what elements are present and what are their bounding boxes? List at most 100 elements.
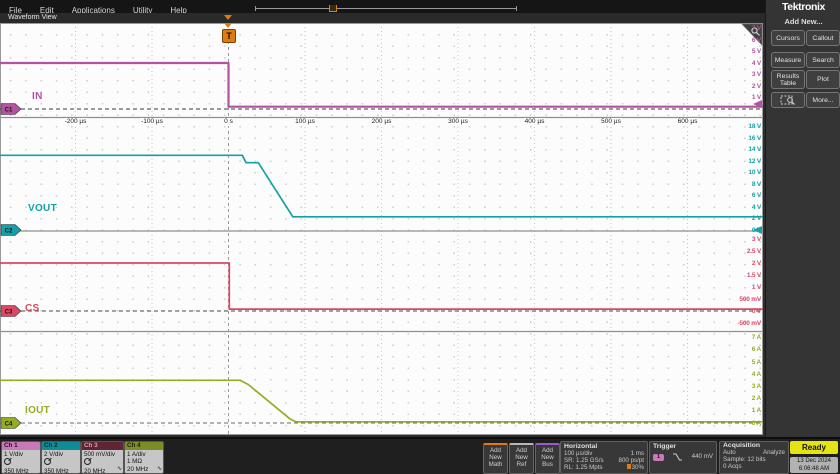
draw-a-box-button[interactable] (771, 92, 805, 108)
probe-row (4, 458, 40, 467)
horizontal-panel[interactable]: Horizontal 100 µs/div 1 ms SR: 1.25 GS/s… (560, 441, 648, 474)
horizontal-record-length: RL: 1.25 Mpts (564, 464, 603, 472)
side-panel: Tektronix Add New... Cursors Callout Mea… (765, 0, 840, 437)
c4-axis-label: 1 A (751, 407, 761, 415)
c2-reference-label: C2 (5, 228, 13, 234)
trace-cs[interactable] (0, 262, 763, 310)
channel-badge-body: 2 V/div 350 MHz (42, 450, 80, 473)
horizontal-resolution: 800 ps/pt (618, 457, 644, 465)
expansion-point-icon (626, 464, 631, 470)
settings-bar: Ch 11 V/div 350 MHz Ch 22 V/div 350 MHz Ch 3… (0, 437, 840, 474)
c2-axis-label: 6 V (751, 192, 761, 199)
channel-badge-ch4[interactable]: Ch 41 A/div 1 MΩ 20 MHz ∿ (124, 441, 164, 474)
c1-axis-label: 3 V (751, 71, 761, 78)
horizontal-position-indicator[interactable] (255, 5, 517, 12)
time-tick-label: 200 µs (370, 118, 393, 125)
horizontal-sample-rate: SR: 1.25 GS/s (564, 457, 604, 465)
cursors-button[interactable]: Cursors (771, 30, 805, 46)
c4-axis-label: 3 A (751, 382, 761, 390)
c4-axis-label: 0 A (751, 419, 761, 427)
c1-axis-label: 4 V (751, 59, 761, 67)
c4-axis-label: 6 A (751, 346, 761, 354)
c3-axis-label: 500 mV (739, 295, 761, 303)
c2-axis-label: 14 V (748, 146, 761, 153)
tab-bar: Waveform View (0, 13, 765, 23)
results-table-button[interactable]: Results Table (771, 70, 805, 89)
time-tick-label: 300 µs (447, 118, 469, 125)
c2-axis-label: 10 V (748, 169, 761, 176)
channel-scale: 2 V/div (44, 451, 63, 458)
channel-badge-ch1[interactable]: Ch 11 V/div 350 MHz (1, 441, 41, 474)
time-tick-label: -200 µs (63, 118, 88, 125)
time-tick-label: 100 µs (294, 118, 316, 125)
waveform-display[interactable]: C1 C2 C3 C4 -200 µs -100 µs 0 s 100 µs 200 µs 30… (0, 23, 763, 435)
channel-scale: 1 A/div (127, 451, 146, 458)
acquisition-sample: Sample: 12 bits (723, 456, 766, 464)
probe-icon (84, 458, 91, 466)
acquisition-count: 0 Acqs (723, 463, 742, 471)
c3-axis-label: 2.5 V (746, 247, 761, 255)
probe-icon (4, 458, 11, 466)
measure-button[interactable]: Measure (771, 52, 805, 68)
acquisition-title: Acquisition (723, 442, 761, 449)
channel-badge-body: 500 mV/div 20 MHz ∿ (82, 450, 123, 473)
c4-reference-label: C4 (5, 421, 13, 427)
c3-axis-label: 3 V (751, 235, 761, 243)
channel-badge-title: Ch 1 (2, 442, 40, 450)
channel-badge-title: Ch 4 (125, 442, 163, 450)
channel-bandwidth: 350 MHz (4, 467, 29, 474)
channel-badge-body: 1 V/div 350 MHz (2, 450, 40, 474)
date-label: 13 Dec 2024 (796, 458, 832, 464)
add-new-ref-button[interactable]: Add New Ref (509, 443, 534, 474)
waveform-canvas[interactable]: C1 C2 C3 C4 (0, 23, 763, 435)
channel-badge-ch3[interactable]: Ch 3 500 mV/div 20 MHz ∿ (81, 441, 124, 474)
trigger-position-marker[interactable] (329, 5, 337, 12)
c2-axis-label: 12 V (748, 157, 761, 165)
c4-axis-label: 4 A (751, 370, 761, 378)
menu-bar: File Edit Applications Utility Help (0, 0, 765, 15)
time-tick-label: -100 µs (140, 118, 164, 125)
horizontal-title: Horizontal (564, 443, 598, 450)
trigger-level: 440 mV (691, 453, 713, 461)
time-tick-label: 0 s (223, 118, 234, 125)
channel-badge-ch2[interactable]: Ch 22 V/div 350 MHz (41, 441, 81, 474)
tektronix-logo: Tektronix (782, 1, 825, 13)
c3-axis-label: 1 V (751, 283, 761, 291)
c4-axis-label: 5 A (751, 358, 761, 366)
c1-axis-label: 6 V (751, 36, 761, 44)
time-tick-label: 400 µs (523, 118, 546, 125)
acquisition-panel[interactable]: Acquisition Auto Analyze Sample: 12 bits… (719, 441, 789, 474)
c2-axis-label: 16 V (748, 134, 761, 142)
trigger-marker-badge[interactable]: T (222, 29, 236, 43)
trigger-position-icon (224, 15, 232, 20)
c3-reference-label: C3 (5, 309, 13, 315)
channel-badge-title: Ch 3 (82, 442, 123, 450)
c2-axis-label: 4 V (751, 203, 761, 211)
add-new-math-button[interactable]: Add New Math (483, 443, 508, 474)
probe-icon (44, 458, 51, 466)
tab-waveform-view[interactable]: Waveform View (8, 13, 57, 23)
time-tick-label: 500 µs (600, 118, 622, 125)
draw-a-box-icon (780, 95, 795, 105)
more-button[interactable]: More... (806, 92, 840, 108)
channel-scale: 1 V/div (4, 451, 23, 458)
c2-axis-label: 2 V (751, 215, 761, 222)
plot-button[interactable]: Plot (806, 70, 840, 89)
horizontal-scale: 100 µs/div (564, 450, 593, 457)
channel-badge-body: 1 A/div 1 MΩ 20 MHz ∿ (125, 450, 163, 473)
trace-in[interactable] (0, 61, 763, 108)
c3-axis-label: 1.5 V (746, 271, 761, 279)
callout-button[interactable]: Callout (806, 30, 840, 46)
time-tick-label: 600 µs (676, 118, 699, 125)
horizontal-position: 30% (626, 464, 644, 471)
trigger-title: Trigger (653, 443, 677, 450)
channel-label-vout: VOUT (28, 203, 57, 214)
c4-axis-label: 2 A (751, 395, 761, 403)
c2-axis-label: 18 V (748, 123, 761, 130)
add-new-bus-button[interactable]: Add New Bus (535, 443, 560, 474)
c1-reference-label: C1 (5, 107, 13, 113)
search-button[interactable]: Search (806, 52, 840, 68)
probe-row (44, 458, 80, 467)
trigger-panel[interactable]: Trigger 1 440 mV (649, 441, 717, 474)
oscilloscope-screen: File Edit Applications Utility Help Waveform… (0, 0, 840, 474)
